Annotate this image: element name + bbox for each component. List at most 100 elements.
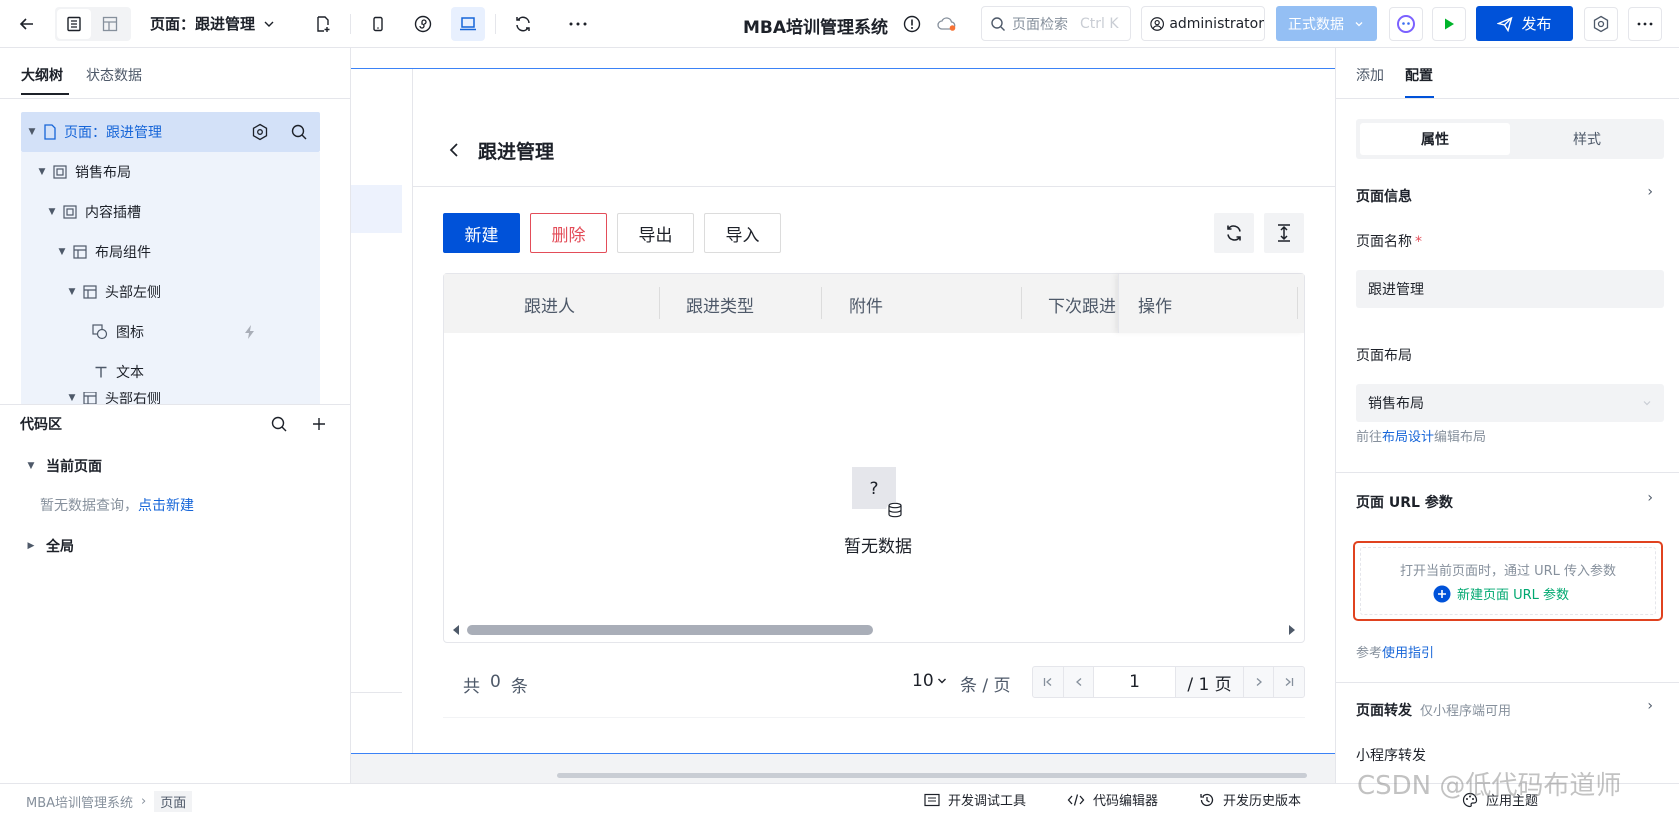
- column-header[interactable]: 操作: [1138, 292, 1172, 317]
- url-params-hint: 打开当前页面时，通过 URL 传入参数: [1399, 564, 1617, 579]
- caret-down-icon[interactable]: ▼: [27, 127, 37, 137]
- refresh-icon[interactable]: [506, 7, 540, 41]
- code-editor-button[interactable]: 代码编辑器: [1067, 790, 1158, 809]
- lightning-icon[interactable]: [243, 324, 257, 340]
- tree-item-header-left[interactable]: ▼ 头部左侧: [21, 272, 320, 312]
- caret-down-icon[interactable]: ▼: [47, 207, 57, 217]
- page-layout-select[interactable]: 销售布局: [1356, 384, 1664, 422]
- caret-down-icon[interactable]: ▼: [67, 393, 77, 403]
- segment-properties[interactable]: 属性: [1360, 123, 1510, 155]
- info-icon[interactable]: [895, 7, 929, 41]
- table-scrollbar-thumb[interactable]: [467, 625, 873, 635]
- dev-tools-button[interactable]: 开发调试工具: [924, 790, 1026, 809]
- page-size-select[interactable]: 10: [912, 671, 947, 691]
- scroll-right-icon[interactable]: [1287, 624, 1297, 636]
- caret-right-icon[interactable]: ▶: [26, 541, 36, 551]
- column-header[interactable]: 附件: [849, 292, 883, 317]
- import-button[interactable]: 导入: [704, 213, 781, 253]
- tab-add[interactable]: 添加: [1356, 65, 1384, 85]
- search-icon[interactable]: [290, 123, 308, 141]
- history-label: 开发历史版本: [1223, 794, 1302, 809]
- chevron-right-icon[interactable]: ›: [1647, 698, 1653, 714]
- history-button[interactable]: 开发历史版本: [1199, 790, 1301, 809]
- tab-config[interactable]: 配置: [1405, 65, 1433, 85]
- env-select[interactable]: 正式数据: [1276, 6, 1377, 41]
- layout-design-link[interactable]: 布局设计: [1382, 430, 1434, 445]
- current-page-group[interactable]: ▼ 当前页面: [26, 456, 102, 476]
- tab-state-data[interactable]: 状态数据: [86, 65, 142, 85]
- caret-down-icon[interactable]: ▼: [57, 247, 67, 257]
- layout-view-icon[interactable]: [93, 7, 127, 41]
- search-shortcut: Ctrl K: [1080, 15, 1119, 32]
- search-icon[interactable]: [270, 415, 288, 433]
- scroll-left-icon[interactable]: [451, 624, 461, 636]
- refresh-table-icon[interactable]: [1214, 213, 1254, 253]
- current-page-label: 当前页面: [46, 459, 102, 475]
- app-sidebar-active-item[interactable]: [351, 185, 402, 233]
- tree-item-text[interactable]: 文本: [21, 352, 320, 392]
- ai-assistant-icon[interactable]: [1389, 7, 1423, 41]
- first-page-icon[interactable]: [1033, 667, 1063, 697]
- more-menu-icon[interactable]: [1628, 7, 1662, 41]
- chevron-right-icon[interactable]: ›: [1647, 184, 1653, 200]
- cloud-sync-icon[interactable]: [930, 7, 964, 41]
- settings-icon[interactable]: [1584, 7, 1618, 41]
- canvas-scrollbar[interactable]: [557, 773, 1307, 778]
- breadcrumb-page[interactable]: 页面: [154, 791, 193, 812]
- page-selector[interactable]: 页面：跟进管理: [150, 13, 275, 34]
- page-name-input[interactable]: 跟进管理: [1356, 270, 1664, 308]
- settings-icon[interactable]: [251, 123, 269, 141]
- tree-item-layout-component[interactable]: ▼ 布局组件: [21, 232, 320, 272]
- click-new-link[interactable]: 点击新建: [138, 498, 194, 514]
- chevron-down-icon: [1643, 401, 1651, 406]
- tree-item-content-slot[interactable]: ▼ 内容插槽: [21, 192, 320, 232]
- app-title: MBA培训管理系统: [743, 18, 889, 38]
- publish-button[interactable]: 发布: [1476, 6, 1573, 41]
- code-area-title: 代码区: [20, 417, 62, 433]
- page-view-icon[interactable]: [57, 9, 91, 39]
- column-header[interactable]: 跟进类型: [686, 292, 754, 317]
- caret-down-icon[interactable]: ▼: [67, 287, 77, 297]
- add-icon[interactable]: [311, 416, 327, 432]
- tree-item-sales-layout[interactable]: ▼ 销售布局: [21, 152, 320, 192]
- global-group[interactable]: ▶ 全局: [26, 536, 74, 556]
- caret-down-icon[interactable]: ▼: [26, 461, 36, 471]
- back-icon[interactable]: [449, 143, 461, 157]
- tree-item-icon[interactable]: 图标: [21, 312, 320, 352]
- empty-box-glyph: ?: [869, 479, 879, 499]
- page-info-title[interactable]: 页面信息: [1356, 186, 1412, 206]
- tree-item-page[interactable]: ▼ 页面：跟进管理: [21, 112, 320, 152]
- column-header[interactable]: 下次跟进: [1048, 292, 1128, 316]
- last-page-icon[interactable]: [1273, 667, 1304, 697]
- back-icon[interactable]: [10, 7, 44, 41]
- tab-indicator: [21, 93, 69, 95]
- usage-guide-link[interactable]: 使用指引: [1382, 646, 1434, 661]
- tab-outline[interactable]: 大纲树: [21, 65, 63, 85]
- segment-style[interactable]: 样式: [1512, 123, 1662, 155]
- page-number-input[interactable]: 1: [1093, 667, 1175, 697]
- miniprogram-icon[interactable]: [406, 7, 440, 41]
- delete-button[interactable]: 删除: [530, 213, 607, 253]
- breadcrumb-app[interactable]: MBA培训管理系统: [26, 792, 133, 811]
- tree-item-header-right[interactable]: ▼ 头部右侧: [21, 392, 320, 404]
- url-params-title[interactable]: 页面 URL 参数: [1356, 492, 1453, 512]
- chevron-right-icon[interactable]: ›: [1647, 490, 1653, 506]
- global-label: 全局: [46, 539, 74, 555]
- row-height-icon[interactable]: [1264, 213, 1304, 253]
- page-forward-title[interactable]: 页面转发 仅小程序端可用: [1356, 700, 1511, 720]
- caret-down-icon[interactable]: ▼: [37, 167, 47, 177]
- new-url-param-button[interactable]: 新建页面 URL 参数: [1433, 584, 1569, 603]
- preview-play-icon[interactable]: [1432, 7, 1466, 41]
- mobile-icon[interactable]: [361, 7, 395, 41]
- export-button[interactable]: 导出: [617, 213, 694, 253]
- dev-tools-label: 开发调试工具: [948, 794, 1027, 809]
- new-button[interactable]: 新建: [443, 213, 520, 253]
- next-page-icon[interactable]: [1243, 667, 1273, 697]
- desktop-icon[interactable]: [451, 7, 485, 41]
- column-header[interactable]: 跟进人: [524, 292, 575, 317]
- more-icon[interactable]: [561, 7, 595, 41]
- user-button[interactable]: administrator: [1141, 6, 1265, 41]
- add-page-icon[interactable]: [306, 7, 340, 41]
- prev-page-icon[interactable]: [1063, 667, 1093, 697]
- page-search-input[interactable]: 页面检索 Ctrl K: [981, 6, 1131, 41]
